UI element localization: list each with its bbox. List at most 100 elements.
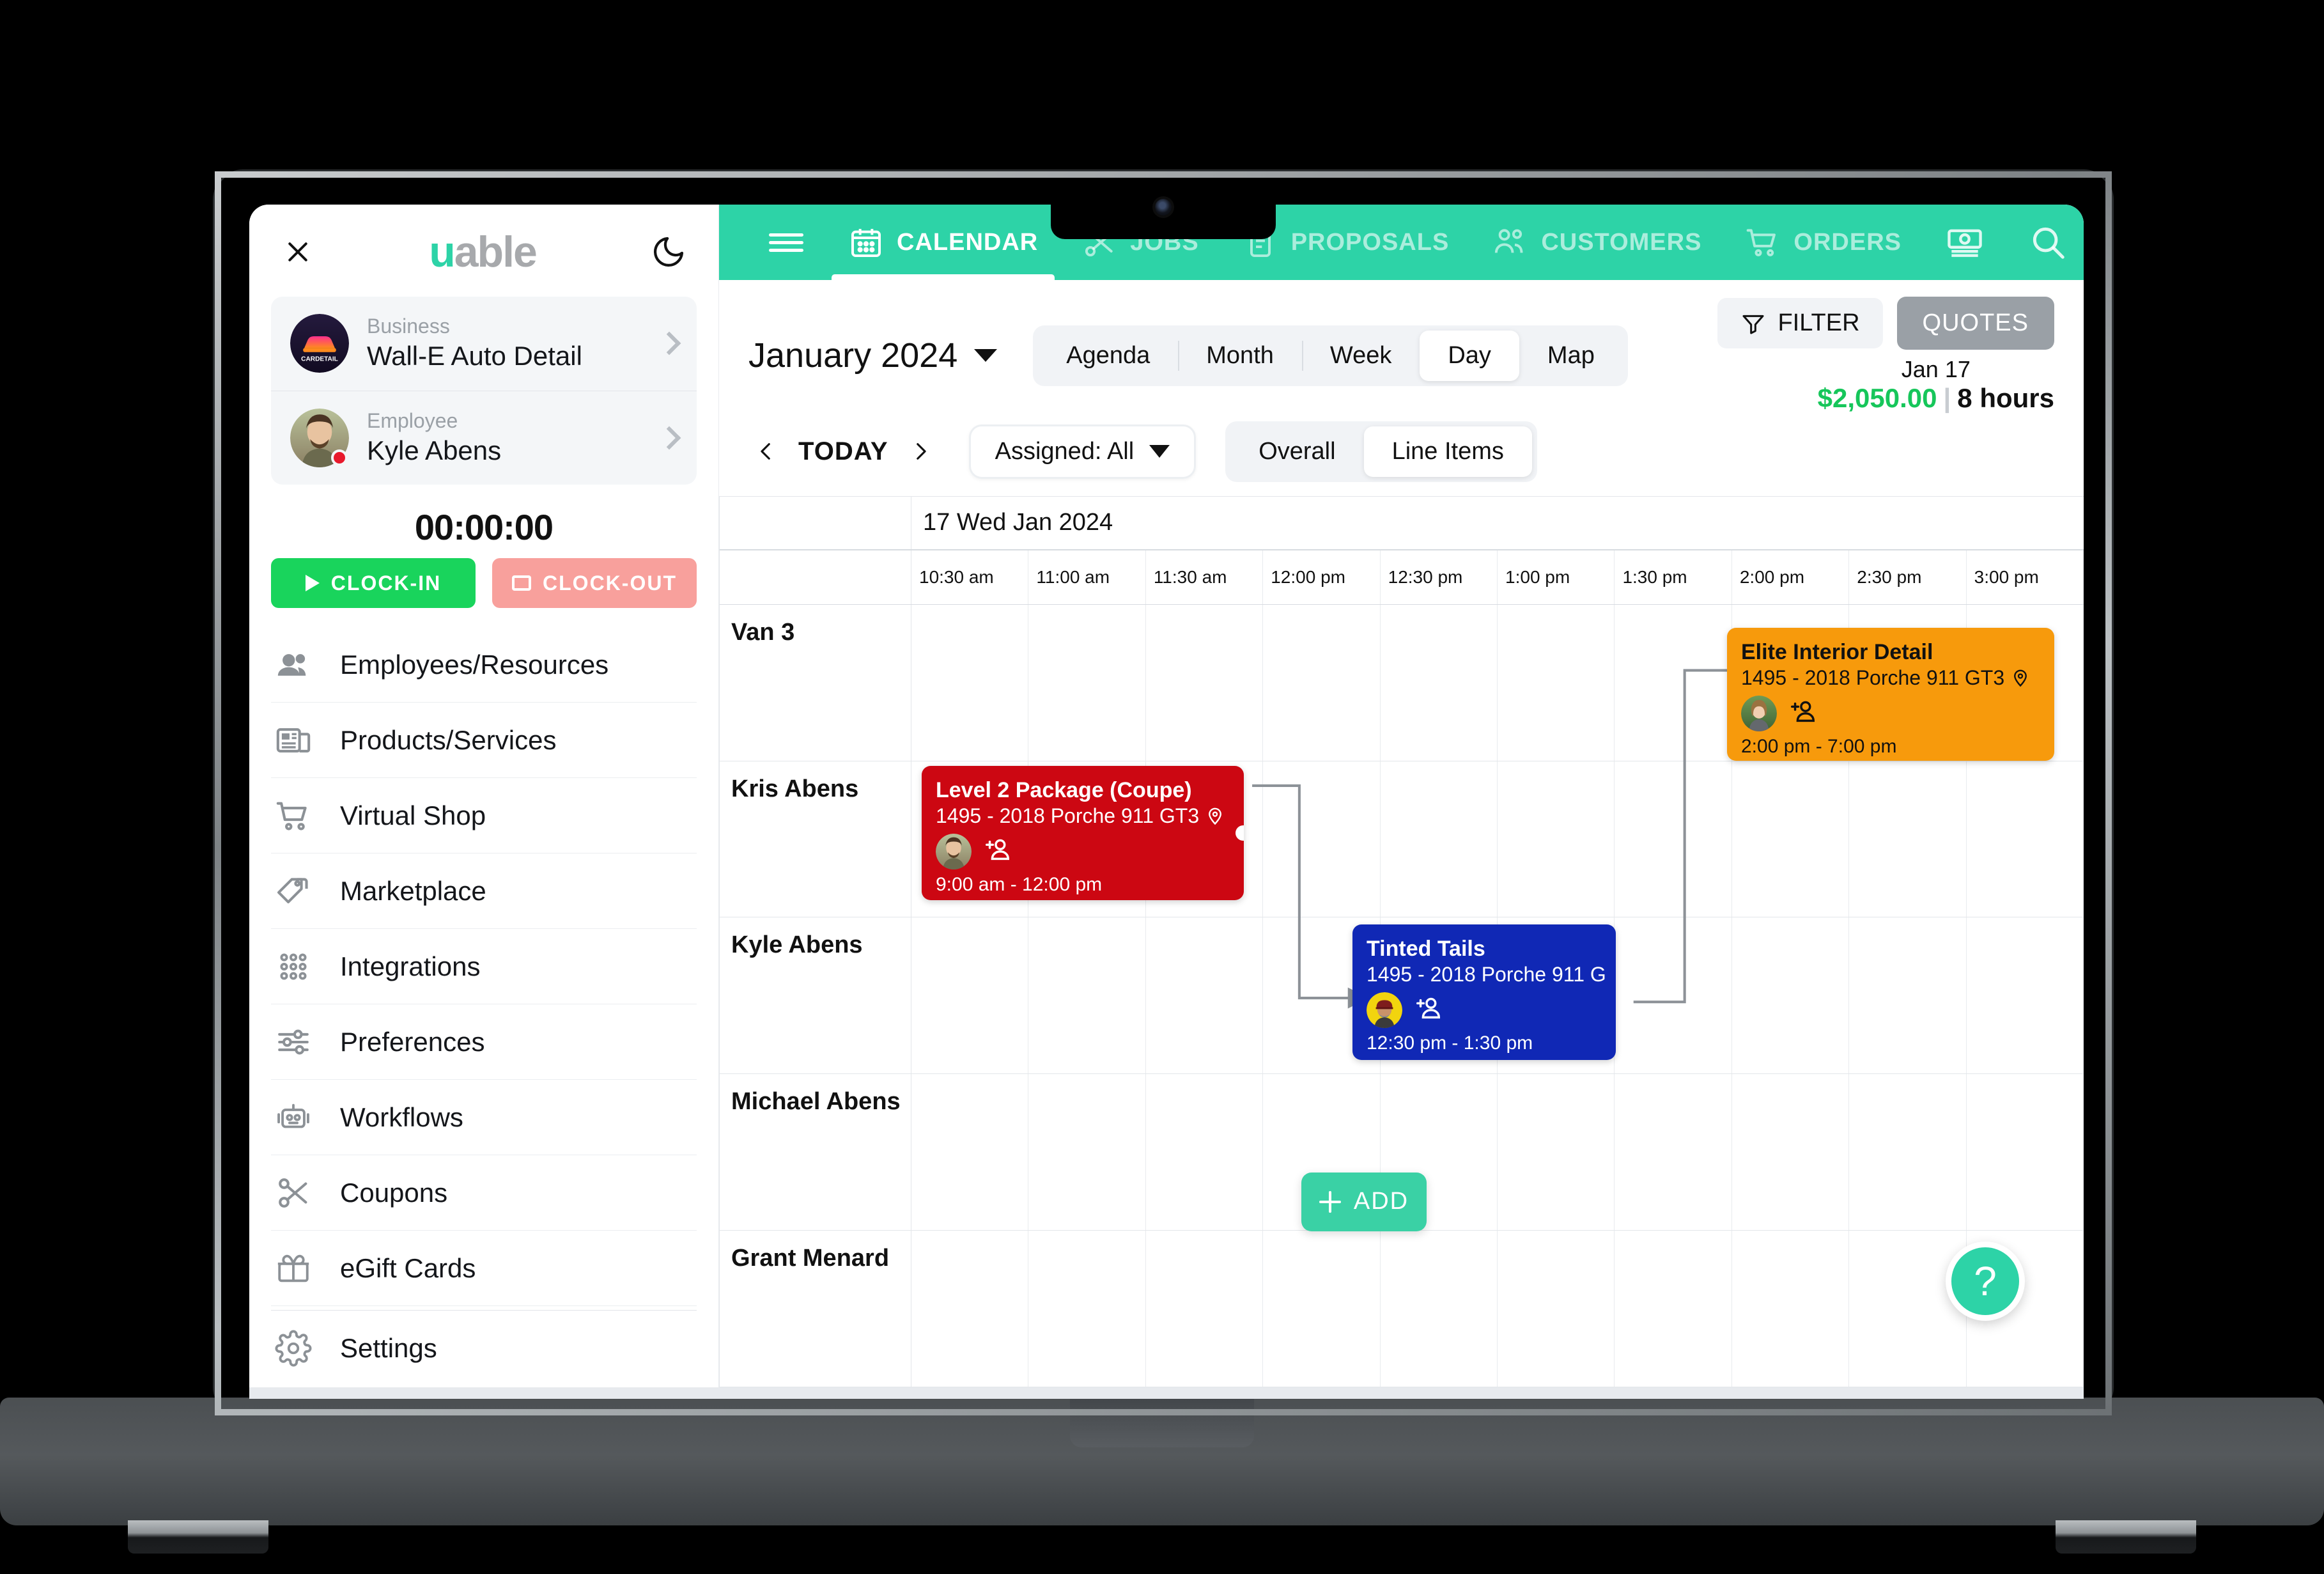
business-selector[interactable]: CARDETAIL Business Wall-E Auto Detail (271, 297, 697, 391)
sidebar-item-preferences[interactable]: Preferences (271, 1004, 697, 1080)
tab-proposals[interactable]: PROPOSALS (1221, 205, 1471, 280)
calendar-slot[interactable] (1967, 1074, 2084, 1231)
view-week[interactable]: Week (1301, 331, 1420, 381)
resource-row-label: Kyle Abens (720, 917, 911, 1075)
calendar-slot[interactable] (1028, 917, 1146, 1074)
calendar-slot[interactable] (1732, 1231, 1850, 1387)
calendar-slot[interactable] (1849, 761, 1967, 917)
calendar-slot[interactable] (1849, 917, 1967, 1074)
sidebar-item-virtual-shop[interactable]: Virtual Shop (271, 778, 697, 854)
calendar-slot[interactable] (1849, 1074, 1967, 1231)
calendar-slot[interactable] (1967, 917, 2084, 1074)
window-bottom-edge (249, 1387, 2084, 1399)
add-event-button[interactable]: ADD (1301, 1172, 1427, 1231)
tab-calendar[interactable]: CALENDAR (826, 205, 1060, 280)
prev-day-button[interactable] (748, 433, 784, 469)
calendar-slot[interactable] (1967, 761, 2084, 917)
close-icon[interactable] (281, 235, 314, 269)
calendar-slot[interactable] (1381, 1231, 1498, 1387)
add-person-icon[interactable] (1788, 697, 1818, 729)
calendar-slot[interactable] (1615, 604, 1732, 761)
view-map[interactable]: Map (1519, 331, 1623, 381)
cash-icon[interactable] (1923, 205, 2006, 280)
add-label: ADD (1353, 1188, 1409, 1215)
search-icon[interactable] (2006, 205, 2084, 280)
sidebar-item-egift-cards[interactable]: eGift Cards (271, 1231, 697, 1307)
employee-avatar (290, 408, 349, 467)
tab-label: PROPOSALS (1290, 228, 1450, 256)
calendar-slot[interactable] (1498, 1074, 1615, 1231)
employee-selector[interactable]: Employee Kyle Abens (271, 390, 697, 485)
sidebar-item-integrations[interactable]: Integrations (271, 929, 697, 1005)
calendar-slot[interactable] (1615, 761, 1732, 917)
calendar-slot[interactable] (1498, 604, 1615, 761)
calendar-slot[interactable] (1381, 604, 1498, 761)
sidebar-item-marketplace[interactable]: Marketplace (271, 853, 697, 930)
sidebar-item-workflows[interactable]: Workflows (271, 1080, 697, 1156)
calendar-slot[interactable] (1028, 1074, 1146, 1231)
calendar-slot[interactable] (911, 1231, 1029, 1387)
business-text: Business Wall-E Auto Detail (367, 313, 643, 374)
view-month[interactable]: Month (1178, 331, 1302, 381)
sidebar-item-employees-resources[interactable]: Employees/Resources (271, 627, 697, 703)
calendar-slot[interactable] (1028, 1231, 1146, 1387)
calendar-slot[interactable] (1028, 604, 1146, 761)
help-button[interactable]: ? (1946, 1242, 2025, 1321)
location-pin-icon (2014, 669, 2027, 687)
mode-line-items[interactable]: Line Items (1363, 426, 1532, 477)
hamburger-menu-icon[interactable] (746, 205, 826, 280)
tab-orders[interactable]: ORDERS (1723, 205, 1923, 280)
calendar-slot[interactable] (1849, 1231, 1967, 1387)
mode-overall[interactable]: Overall (1230, 426, 1363, 477)
robot-icon (271, 1099, 316, 1136)
view-agenda[interactable]: Agenda (1038, 331, 1178, 381)
assigned-filter-dropdown[interactable]: Assigned: All (968, 424, 1197, 479)
calendar-slot[interactable] (911, 917, 1029, 1074)
calendar-slot[interactable] (1146, 604, 1264, 761)
clock-in-button[interactable]: CLOCK-IN (271, 558, 476, 609)
calendar-slot[interactable] (1146, 917, 1264, 1074)
sidebar-item-coupons[interactable]: Coupons (271, 1155, 697, 1231)
resource-row-label: Van 3 (720, 605, 911, 761)
resize-handle[interactable] (1236, 825, 1244, 841)
add-person-icon[interactable] (983, 835, 1012, 868)
calendar-row[interactable] (911, 1231, 2084, 1387)
event-card[interactable]: Elite Interior Detail 1495 - 2018 Porche… (1727, 627, 2054, 761)
calendar-slot[interactable] (1146, 1074, 1264, 1231)
calendar-slot[interactable] (1732, 761, 1850, 917)
time-slot: 10:30 am (911, 550, 1029, 604)
tab-jobs[interactable]: JOBS (1060, 205, 1220, 280)
calendar-slot[interactable] (911, 604, 1029, 761)
event-card[interactable]: Tinted Tails 1495 - 2018 Porche 911 G 12… (1352, 924, 1616, 1060)
quotes-button[interactable]: QUOTES (1896, 297, 2054, 350)
event-card[interactable]: Level 2 Package (Coupe) 1495 - 2018 Porc… (922, 765, 1244, 900)
sidebar-menu: Employees/Resources Products/Services Vi… (249, 627, 718, 1387)
today-button[interactable]: TODAY (784, 437, 902, 466)
dark-mode-icon[interactable] (651, 234, 686, 270)
calendar-slot[interactable] (1615, 1231, 1732, 1387)
month-selector[interactable]: January 2024 (748, 336, 998, 375)
calendar-slot[interactable] (1732, 917, 1850, 1074)
calendar-slot[interactable] (1263, 1231, 1381, 1387)
sidebar-item-products-services[interactable]: Products/Services (271, 703, 697, 779)
calendar-slot[interactable] (1498, 1231, 1615, 1387)
calendar-slot[interactable] (1615, 917, 1732, 1074)
sidebar-item-settings[interactable]: Settings (271, 1311, 697, 1386)
calendar-slot[interactable] (911, 1074, 1029, 1231)
next-day-button[interactable] (902, 433, 938, 469)
calendar-row[interactable] (911, 1074, 2084, 1231)
event-time: 12:30 pm - 1:30 pm (1367, 1032, 1533, 1054)
view-day[interactable]: Day (1420, 330, 1519, 381)
calendar-slot[interactable] (1263, 761, 1381, 917)
calendar-slot[interactable] (1146, 1231, 1264, 1387)
calendar-slot[interactable] (1498, 761, 1615, 917)
filter-button[interactable]: FILTER (1717, 298, 1883, 348)
add-person-icon[interactable] (1414, 993, 1443, 1026)
calendar-slot[interactable] (1263, 604, 1381, 761)
clock-out-button[interactable]: CLOCK-OUT (492, 558, 697, 609)
resource-row-label: Grant Menard (720, 1231, 911, 1387)
calendar-slot[interactable] (1381, 761, 1498, 917)
tab-customers[interactable]: CUSTOMERS (1471, 205, 1723, 280)
calendar-slot[interactable] (1732, 1074, 1850, 1231)
calendar-slot[interactable] (1615, 1074, 1732, 1231)
